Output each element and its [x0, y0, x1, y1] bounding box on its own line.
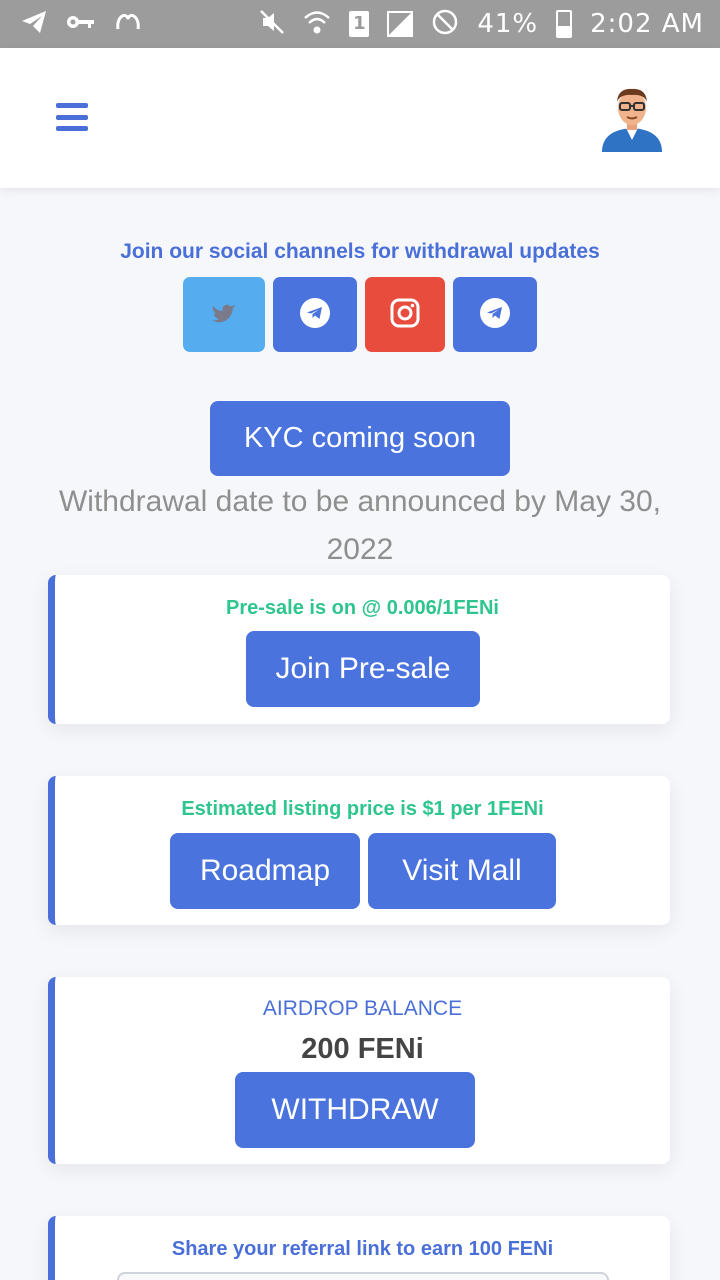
sim-icon: 1: [349, 11, 370, 37]
key-icon: [66, 11, 96, 37]
status-bar: 1 41% 2:02 AM: [0, 0, 720, 48]
battery-percent: 41%: [477, 9, 539, 39]
user-avatar-icon[interactable]: [600, 84, 664, 152]
kyc-button[interactable]: KYC coming soon: [210, 401, 510, 476]
presale-title: Pre-sale is on @ 0.006/1FENi: [226, 597, 499, 619]
telegram-button-1[interactable]: [273, 277, 357, 352]
status-left: [20, 9, 142, 40]
join-presale-button[interactable]: Join Pre-sale: [246, 631, 480, 707]
hamburger-menu-icon[interactable]: [56, 103, 88, 131]
withdraw-button[interactable]: WITHDRAW: [235, 1072, 475, 1148]
visit-mall-button[interactable]: Visit Mall: [368, 833, 556, 909]
signal-icon: [387, 11, 414, 37]
telegram-button-2[interactable]: [453, 277, 537, 352]
app-header: [0, 48, 720, 188]
battery-icon: [556, 10, 573, 38]
airdrop-label: AIRDROP BALANCE: [262, 997, 463, 1020]
twitter-icon: [212, 303, 236, 327]
airdrop-balance: 200 FENi: [301, 1033, 424, 1065]
telegram-icon: [20, 9, 48, 40]
listing-card: Estimated listing price is $1 per 1FENi …: [48, 776, 670, 925]
status-right: 1 41% 2:02 AM: [259, 8, 704, 41]
block-icon: [431, 8, 459, 41]
mute-icon: [259, 9, 285, 40]
clock: 2:02 AM: [590, 9, 704, 39]
instagram-icon: [390, 298, 420, 332]
telegram-icon: [299, 297, 331, 333]
twitter-button[interactable]: [183, 277, 265, 352]
referral-card: Share your referral link to earn 100 FEN…: [48, 1216, 670, 1280]
withdrawal-note: Withdrawal date to be announced by May 3…: [58, 485, 662, 566]
telegram-icon: [479, 297, 511, 333]
referral-link-field[interactable]: [117, 1272, 609, 1280]
app-icon: [114, 9, 142, 40]
social-heading: Join our social channels for withdrawal …: [120, 240, 600, 263]
listing-title: Estimated listing price is $1 per 1FENi: [181, 798, 544, 820]
roadmap-button[interactable]: Roadmap: [170, 833, 360, 909]
airdrop-card: AIRDROP BALANCE 200 FENi WITHDRAW: [48, 977, 670, 1164]
referral-title: Share your referral link to earn 100 FEN…: [171, 1238, 554, 1260]
wifi-icon: [303, 9, 331, 40]
instagram-button[interactable]: [365, 277, 445, 352]
presale-card: Pre-sale is on @ 0.006/1FENi Join Pre-sa…: [48, 575, 670, 724]
